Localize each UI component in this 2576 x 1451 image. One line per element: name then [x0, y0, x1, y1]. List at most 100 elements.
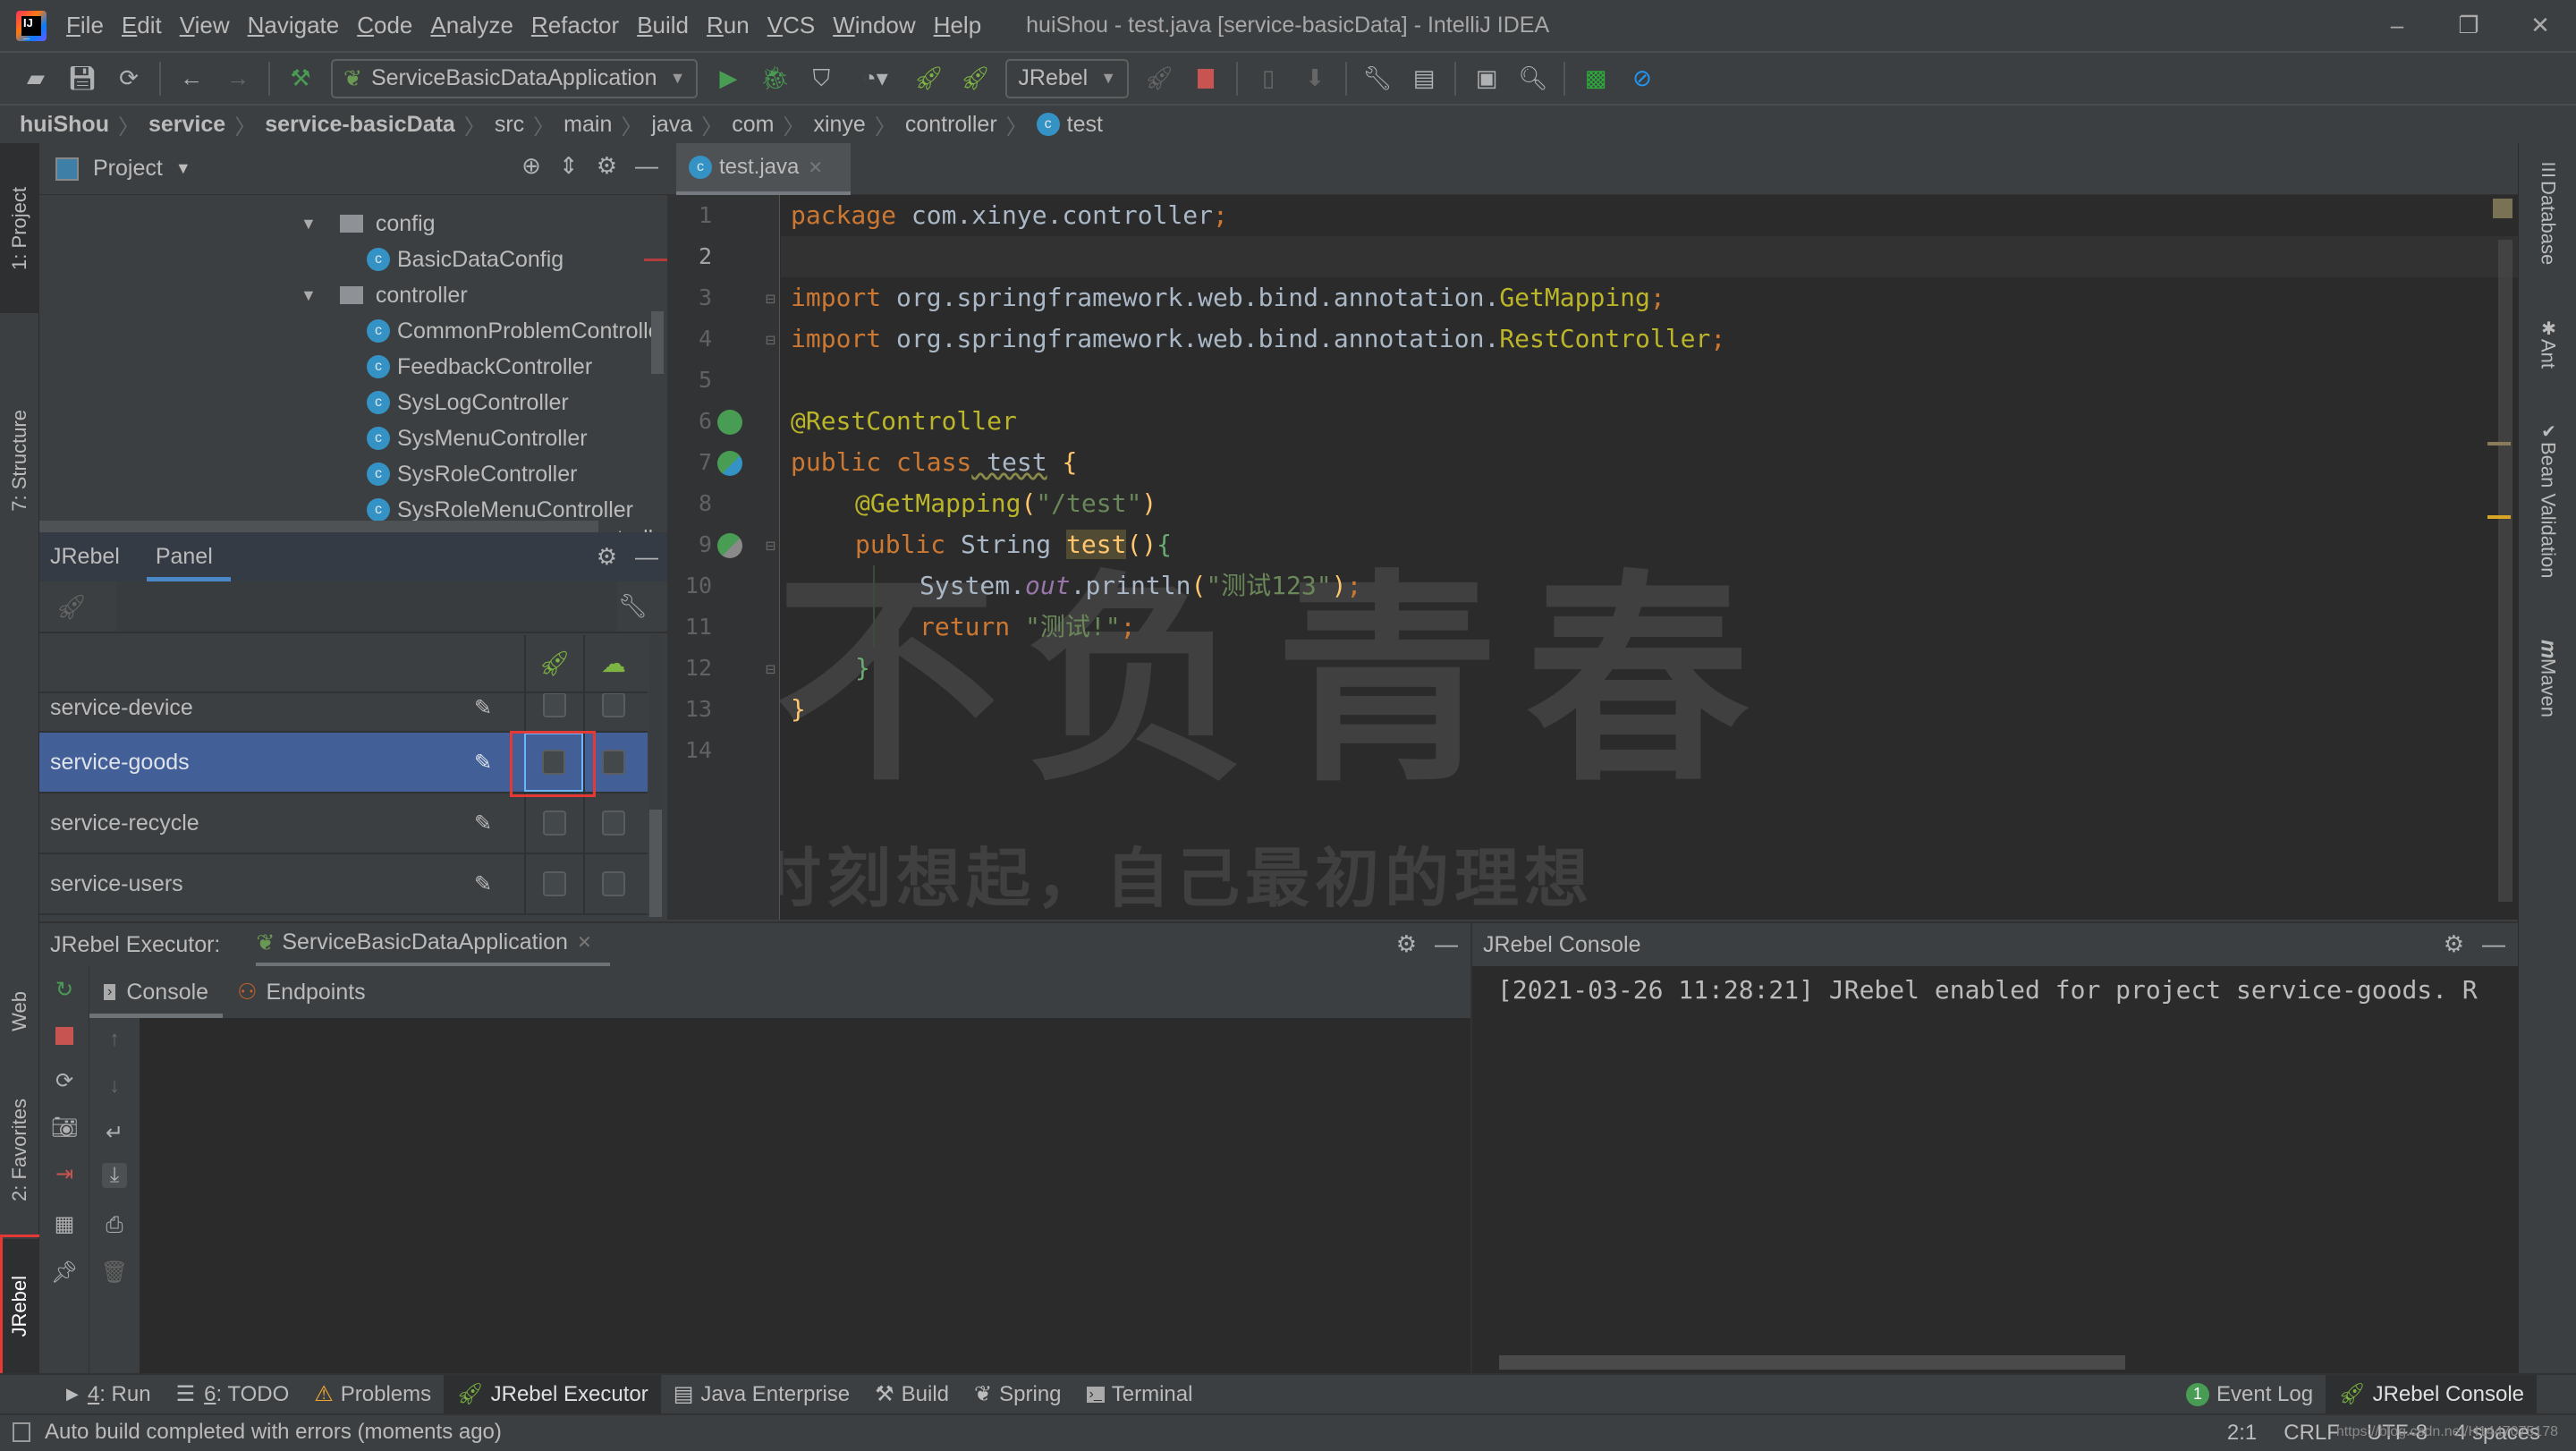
vertical-scrollbar-thumb[interactable]: [649, 810, 662, 917]
remote-checkbox[interactable]: [602, 750, 625, 775]
login-icon[interactable]: ⇥: [52, 1161, 77, 1186]
minimize-icon[interactable]: —: [1435, 930, 1458, 958]
tree-item-class[interactable]: c SysMenuController: [367, 420, 588, 456]
jrebel-checkbox[interactable]: [543, 810, 566, 836]
remote-checkbox[interactable]: [602, 810, 625, 836]
search-icon[interactable]: 🔍︎: [1515, 61, 1551, 97]
breadcrumb-item[interactable]: test: [1067, 112, 1103, 138]
spring-bean-gutter-icon[interactable]: [717, 410, 742, 435]
restart-icon[interactable]: ⟳: [52, 1068, 77, 1093]
tab-bean-validation[interactable]: ✔ Bean Validation: [2519, 420, 2576, 579]
minimize-icon[interactable]: —: [635, 543, 658, 571]
scroll-to-end-icon[interactable]: ⤓: [102, 1163, 127, 1188]
build-hammer-icon[interactable]: ⚒: [283, 61, 318, 97]
menu-code[interactable]: Code: [357, 12, 412, 39]
menu-run[interactable]: Run: [707, 12, 750, 39]
gear-icon[interactable]: ⚙: [597, 543, 617, 571]
run-icon[interactable]: ▶: [710, 61, 746, 97]
open-icon[interactable]: ▰: [18, 61, 54, 97]
close-tab-icon[interactable]: ✕: [808, 157, 823, 179]
menu-view[interactable]: View: [180, 12, 230, 39]
pencil-icon[interactable]: ✎: [474, 695, 492, 721]
close-button[interactable]: ✕: [2504, 0, 2576, 51]
tool-window-todo[interactable]: ☰ 6: TODO: [164, 1375, 302, 1413]
back-icon[interactable]: ←: [174, 61, 209, 97]
pencil-icon[interactable]: ✎: [474, 750, 492, 776]
device-icon[interactable]: ▯: [1250, 61, 1286, 97]
menu-build[interactable]: Build: [637, 12, 689, 39]
menu-navigate[interactable]: Navigate: [248, 12, 340, 39]
jrebel-console-output[interactable]: [2021-03-26 11:28:21] JRebel enabled for…: [1470, 966, 2518, 1373]
project-panel-title[interactable]: Project: [93, 156, 163, 182]
warning-stripe[interactable]: [2487, 515, 2511, 519]
editor-vertical-scrollbar[interactable]: [2498, 240, 2512, 902]
tab-endpoints[interactable]: ⚇ Endpoints: [223, 966, 380, 1018]
tool-window-java-enterprise[interactable]: ▤ Java Enterprise: [661, 1375, 862, 1413]
caret-position[interactable]: 2:1: [2227, 1421, 2257, 1446]
expand-triangle-icon[interactable]: ▼: [301, 286, 317, 305]
pencil-icon[interactable]: ✎: [474, 810, 492, 836]
pin-icon[interactable]: 📌︎: [51, 1260, 78, 1285]
fold-icon[interactable]: ⊟: [766, 331, 775, 350]
menu-window[interactable]: Window: [833, 12, 915, 39]
gear-icon[interactable]: ⚙: [1396, 930, 1417, 958]
chevron-down-icon[interactable]: ▼: [175, 159, 191, 178]
save-icon[interactable]: 💾︎: [64, 61, 100, 97]
tree-item-class[interactable]: c SysRoleController: [367, 456, 577, 492]
spring-bean-class-gutter-icon[interactable]: [717, 451, 742, 476]
pencil-icon[interactable]: ✎: [474, 871, 492, 897]
executor-run-tab[interactable]: ❦ ServiceBasicDataApplication ✕: [256, 922, 610, 967]
soft-wrap-icon[interactable]: ↵: [102, 1120, 127, 1145]
tool-window-run[interactable]: ▶ 4: Run: [54, 1375, 164, 1413]
tree-item-class[interactable]: c SysLogController: [367, 385, 569, 420]
project-structure-icon[interactable]: ▤: [1406, 61, 1442, 97]
rerun-icon[interactable]: ↻: [52, 977, 77, 1002]
module-filter-input[interactable]: [116, 581, 617, 632]
camera-icon[interactable]: 📷︎: [51, 1115, 78, 1140]
menu-analyze[interactable]: Analyze: [430, 12, 513, 39]
tab-maven[interactable]: m Maven: [2519, 640, 2576, 717]
settings-wrench-icon[interactable]: 🔧︎: [1360, 61, 1395, 97]
close-tab-icon[interactable]: ✕: [577, 931, 592, 954]
tool-window-jrebel-console[interactable]: 🚀︎ JRebel Console: [2326, 1375, 2537, 1413]
menu-help[interactable]: Help: [934, 12, 981, 39]
run-config-combo[interactable]: ❦ ServiceBasicDataApplication ▼: [331, 58, 699, 98]
jrebel-debug-icon[interactable]: 🚀︎: [957, 61, 993, 97]
breadcrumb-item[interactable]: service: [148, 112, 225, 138]
jrebel-run-icon[interactable]: 🚀︎: [911, 61, 946, 97]
trash-icon[interactable]: 🗑︎: [101, 1260, 128, 1285]
code-editor[interactable]: 不负青春 时刻想起，自己最初的理想 1 2 3 4 5 6 7 8 9 10 1…: [667, 195, 2518, 920]
stop-icon[interactable]: [52, 1023, 77, 1048]
executor-console-output[interactable]: [140, 1018, 1470, 1373]
tool-window-terminal[interactable]: ›_ Terminal: [1074, 1375, 1206, 1413]
tab-web[interactable]: Web: [0, 948, 39, 1073]
tree-item-folder[interactable]: ▼ controller: [301, 277, 468, 313]
tab-console[interactable]: › Console: [89, 966, 224, 1018]
tree-item-class[interactable]: c BasicDataConfig: [367, 242, 564, 277]
disable-icon[interactable]: ⊘: [1624, 61, 1660, 97]
restore-button[interactable]: ❐: [2433, 0, 2504, 51]
line-separator[interactable]: CRLF: [2284, 1421, 2340, 1446]
breadcrumb-item[interactable]: huiShou: [20, 112, 109, 138]
table-row[interactable]: service-device ✎: [39, 693, 648, 733]
tab-jrebel[interactable]: JRebel: [50, 532, 120, 581]
forward-icon[interactable]: →: [220, 61, 256, 97]
jrebel-stop-icon[interactable]: 🚀︎: [1141, 61, 1177, 97]
locate-icon[interactable]: ⊕: [521, 152, 541, 180]
fold-icon[interactable]: ⊟: [766, 290, 775, 309]
jrebel-checkbox[interactable]: [543, 693, 566, 717]
menu-vcs[interactable]: VCS: [767, 12, 815, 39]
table-row[interactable]: service-users ✎: [39, 854, 648, 915]
jrebel-combo[interactable]: JRebel ▼: [1005, 58, 1130, 98]
jrebel-agent-column-header[interactable]: 🚀︎: [524, 635, 583, 692]
warning-stripe[interactable]: [2487, 442, 2511, 445]
fold-icon[interactable]: ⊟: [766, 660, 775, 679]
debug-icon[interactable]: 🐞︎: [757, 61, 792, 97]
jrebel-rocket-icon[interactable]: 🚀︎: [55, 592, 88, 622]
tree-item-folder[interactable]: ▼ config: [301, 206, 436, 242]
tab-database[interactable]: ☰ Database: [2519, 159, 2576, 265]
tool-window-build[interactable]: ⚒ Build: [862, 1375, 962, 1413]
vertical-scrollbar[interactable]: [651, 311, 664, 374]
tree-item-class[interactable]: c FeedbackController: [367, 349, 592, 385]
fold-icon[interactable]: ⊟: [766, 537, 775, 556]
